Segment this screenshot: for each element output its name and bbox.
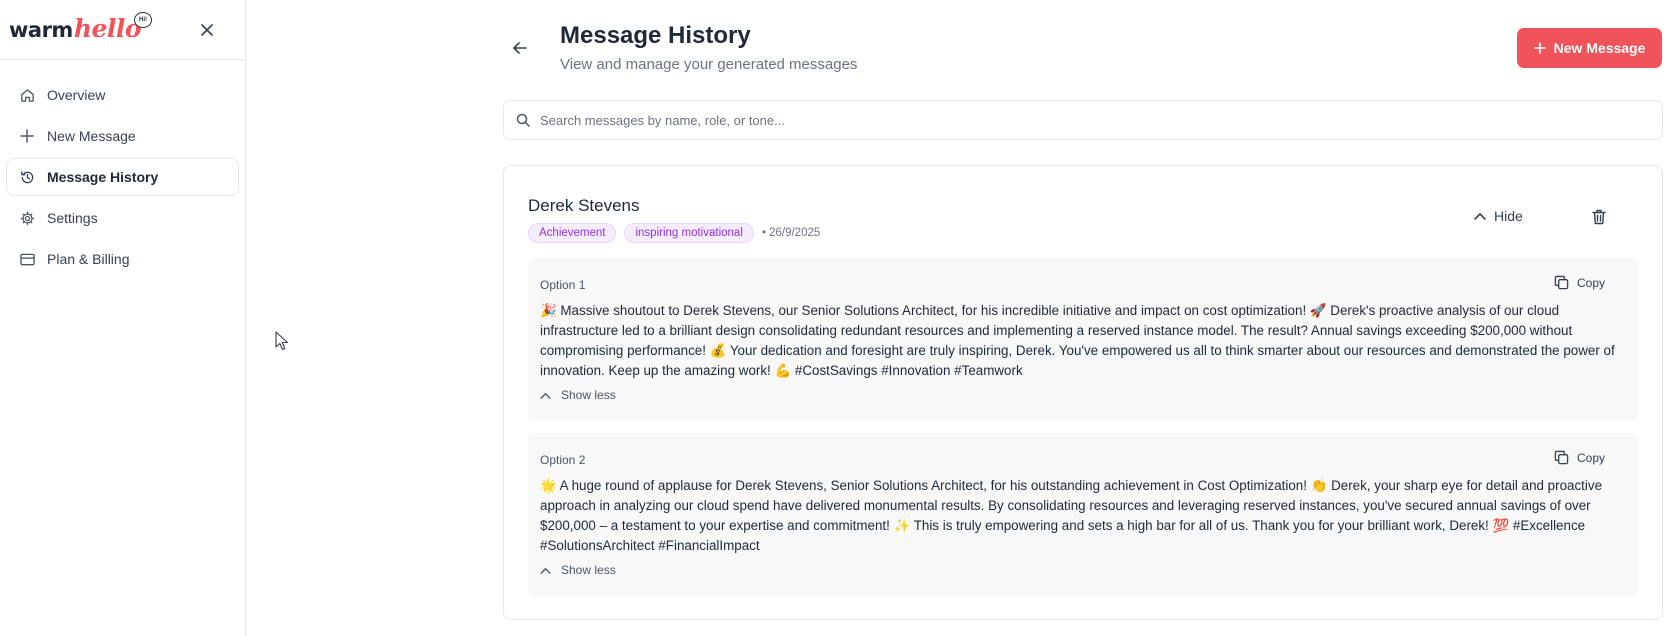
trash-icon (1592, 209, 1606, 225)
search-box (503, 100, 1663, 140)
sidebar-item-label: New Message (47, 128, 136, 144)
message-date: • 26/9/2025 (761, 227, 821, 239)
sidebar-item-message-history[interactable]: Message History (6, 158, 239, 196)
tag-list: Achievement inspiring motivational • 26/… (528, 223, 820, 243)
tone-tag: inspiring motivational (624, 223, 754, 243)
close-sidebar-button[interactable] (197, 20, 217, 40)
option-label: Option 1 (540, 278, 586, 292)
sidebar-item-label: Plan & Billing (47, 251, 130, 267)
sidebar-item-overview[interactable]: Overview (6, 76, 239, 114)
option-text: 🎉 Massive shoutout to Derek Stevens, our… (540, 303, 1615, 378)
logo[interactable]: warm hello Hi! (9, 10, 152, 50)
copy-button[interactable]: Copy (1554, 450, 1605, 465)
new-message-button[interactable]: New Message (1517, 28, 1662, 68)
sidebar-item-label: Message History (47, 169, 159, 185)
hide-button[interactable]: Hide (1474, 208, 1523, 224)
recipient-name: Derek Stevens (528, 196, 640, 215)
sidebar-item-label: Settings (47, 210, 98, 226)
sidebar-item-new-message[interactable]: New Message (6, 117, 239, 155)
sidebar-item-settings[interactable]: Settings (6, 199, 239, 237)
logo-warm-text: warm (9, 17, 73, 42)
copy-label: Copy (1577, 450, 1606, 465)
sidebar-item-label: Overview (47, 87, 106, 103)
copy-icon (1554, 450, 1569, 465)
show-less-label: Show less (561, 388, 616, 402)
message-card: Derek Stevens Achievement inspiring moti… (503, 165, 1663, 620)
show-less-label: Show less (561, 563, 616, 577)
copy-label: Copy (1577, 275, 1606, 290)
new-message-label: New Message (1553, 40, 1646, 56)
main-content: Message History View and manage your gen… (246, 0, 1670, 636)
chevron-up-icon (540, 392, 551, 399)
back-button[interactable] (510, 38, 530, 58)
app-root: warm hello Hi! Overview New Message Mess… (0, 0, 1670, 636)
search-icon (516, 113, 530, 127)
arrow-left-icon (513, 42, 527, 54)
option-text: 🌟 A huge round of applause for Derek Ste… (540, 478, 1603, 553)
copy-button[interactable]: Copy (1554, 275, 1605, 290)
copy-icon (1554, 275, 1569, 290)
history-icon (19, 169, 35, 185)
credit-card-icon (19, 251, 35, 267)
home-icon (19, 87, 35, 103)
sidebar-header: warm hello Hi! (0, 0, 245, 60)
option-label: Option 2 (540, 453, 586, 467)
hide-label: Hide (1494, 208, 1523, 224)
logo-hello-text: hello (73, 13, 142, 43)
chevron-up-icon (1474, 213, 1486, 220)
close-icon (201, 23, 213, 36)
message-option: Option 1 Copy 🎉 Massive shoutout to Dere… (528, 258, 1638, 421)
delete-button[interactable] (1590, 208, 1608, 226)
chevron-up-icon (540, 567, 551, 574)
plus-icon (1533, 42, 1546, 54)
show-less-button[interactable]: Show less (540, 388, 616, 402)
sidebar-item-plan-billing[interactable]: Plan & Billing (6, 240, 239, 278)
sidebar: warm hello Hi! Overview New Message Mess… (0, 0, 246, 636)
page-title: Message History (560, 22, 751, 49)
message-option: Option 2 Copy 🌟 A huge round of applause… (528, 433, 1638, 596)
gear-icon (19, 210, 35, 226)
plus-icon (19, 128, 35, 144)
show-less-button[interactable]: Show less (540, 563, 616, 577)
sidebar-nav: Overview New Message Message History Set… (0, 60, 245, 278)
search-input[interactable] (540, 101, 1662, 139)
category-tag: Achievement (528, 223, 617, 243)
logo-speech-bubble-icon: Hi! (134, 11, 152, 28)
page-subtitle: View and manage your generated messages (560, 56, 858, 73)
mouse-cursor-icon (275, 331, 289, 351)
